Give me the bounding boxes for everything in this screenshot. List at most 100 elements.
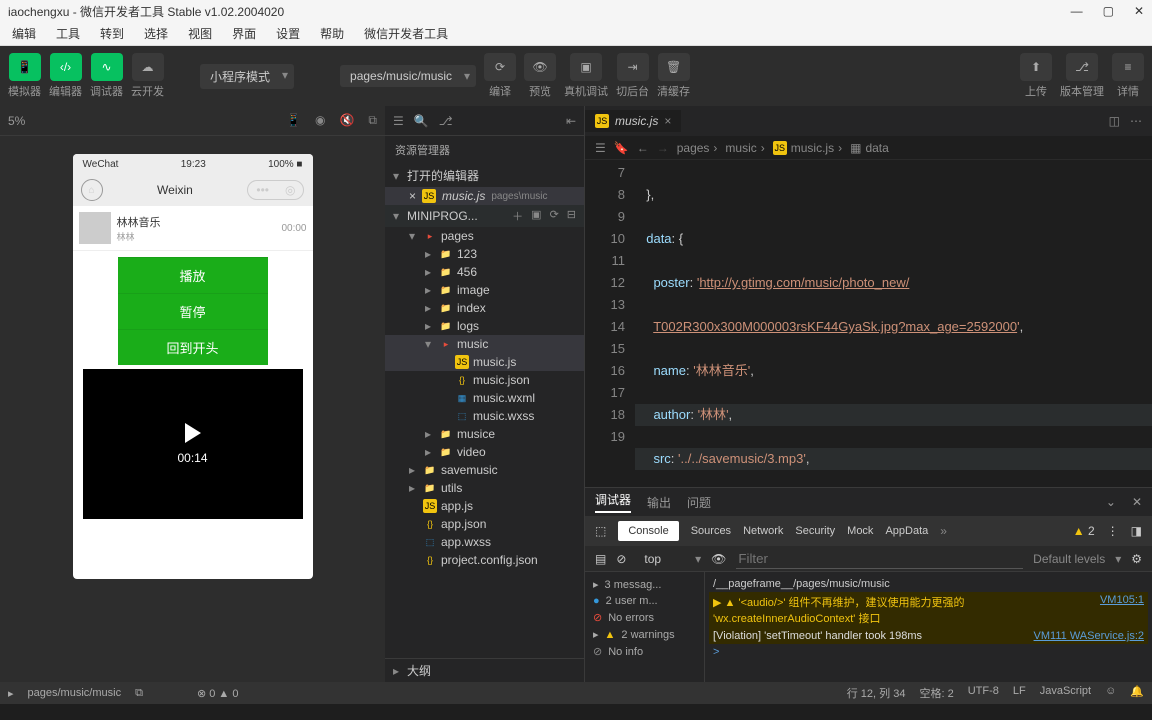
folder-musice[interactable]: ▸📁musice [385,425,584,443]
file-music-js[interactable]: JSmusic.js [385,353,584,371]
folder-savemusic[interactable]: ▸📁savemusic [385,461,584,479]
status-spaces[interactable]: 空格: 2 [919,685,953,701]
upload-button[interactable]: ⬆ [1020,53,1052,81]
console-collapse-icon[interactable]: ⌄ [1106,495,1116,509]
status-eol[interactable]: LF [1013,685,1026,701]
bell-icon[interactable]: 🔔 [1130,685,1144,701]
menu-settings[interactable]: 设置 [268,23,308,44]
close-icon[interactable]: ✕ [1134,4,1144,18]
appdata-tab[interactable]: AppData [885,525,928,537]
detail-button[interactable]: ≡ [1112,53,1144,81]
target-icon[interactable]: ◎ [277,181,303,199]
menu-select[interactable]: 选择 [136,23,176,44]
folder-image[interactable]: ▸📁image [385,281,584,299]
cloud-button[interactable]: ☁ [132,53,164,81]
file-app-json[interactable]: {}app.json [385,515,584,533]
menu-goto[interactable]: 转到 [92,23,132,44]
menu-dots-icon[interactable]: ••• [248,181,277,199]
status-lang[interactable]: JavaScript [1040,685,1091,701]
sources-tab[interactable]: Sources [691,525,731,537]
branch-icon[interactable]: ⎇ [439,114,453,128]
project-header[interactable]: ▾MINIPROG... ＋▣⟳⊟ [385,205,584,227]
folder-pages[interactable]: ▾▸pages [385,227,584,245]
menu-tools[interactable]: 工具 [48,23,88,44]
sidebar-toggle-icon[interactable]: ▤ [595,552,606,566]
code-editor[interactable]: 78910111213141516171819 }, data: { poste… [585,160,1152,487]
split-icon[interactable]: ◫ [1109,114,1120,128]
code-content[interactable]: }, data: { poster: 'http://y.gtimg.com/m… [635,160,1152,487]
editor-button[interactable]: ‹/› [50,53,82,81]
background-button[interactable]: ⇥ [617,53,649,81]
msg-warnings[interactable]: ▸ ▲ 2 warnings [589,626,700,643]
msg-all[interactable]: ▸ 3 messag... [589,576,700,593]
console-log[interactable]: /__pageframe__/pages/music/music ▶ ▲ '<a… [705,572,1152,682]
levels-select[interactable]: Default levels [1033,552,1105,566]
cache-button[interactable]: 🗑 [658,53,690,81]
menu-wxdevtools[interactable]: 微信开发者工具 [356,23,456,44]
security-tab[interactable]: Security [795,525,835,537]
inspect-icon[interactable]: ⬚ [595,524,606,538]
file-music-wxss[interactable]: ⬚music.wxss [385,407,584,425]
file-music-wxml[interactable]: ▦music.wxml [385,389,584,407]
bookmark-icon[interactable]: 🔖 [614,141,629,155]
msg-errors[interactable]: ⊘ No errors [589,609,700,626]
filter-input[interactable] [736,549,1023,569]
path-dropdown[interactable]: pages/music/music [340,65,476,87]
explorer-icon[interactable]: ☰ [393,114,404,128]
new-folder-icon[interactable]: ▣ [531,208,541,224]
tab-problems[interactable]: 问题 [687,494,711,511]
bc-music[interactable]: music › [725,141,764,155]
file-music-json[interactable]: {}music.json [385,371,584,389]
home-icon[interactable]: ⌂ [81,179,103,201]
folder-utils[interactable]: ▸📁utils [385,479,584,497]
overflow-icon[interactable]: » [940,524,947,538]
debugger-button[interactable]: ∿ [91,53,123,81]
toggle-icon[interactable]: ⇤ [566,114,576,128]
bc-data[interactable]: ▦ data [850,141,889,155]
settings-icon[interactable]: ⋮ [1107,524,1119,538]
menu-help[interactable]: 帮助 [312,23,352,44]
copy-path-icon[interactable]: ⧉ [135,687,143,700]
console-close-icon[interactable]: ✕ [1132,495,1142,509]
compile-button[interactable]: ⟳ [484,53,516,81]
file-project-config[interactable]: {}project.config.json [385,551,584,569]
network-tab[interactable]: Network [743,525,783,537]
menu-interface[interactable]: 界面 [224,23,264,44]
zoom-label[interactable]: 5% [8,114,25,128]
back-icon[interactable]: ← [637,141,649,155]
folder-456[interactable]: ▸📁456 [385,263,584,281]
folder-123[interactable]: ▸📁123 [385,245,584,263]
new-file-icon[interactable]: ＋ [512,208,523,224]
status-position[interactable]: 行 12, 列 34 [847,685,906,701]
tab-debug[interactable]: 调试器 [595,491,631,513]
minimize-icon[interactable]: — [1071,4,1083,18]
status-path[interactable]: pages/music/music [28,687,122,699]
record-icon[interactable]: ◉ [315,113,325,128]
menu-edit[interactable]: 编辑 [4,23,44,44]
version-button[interactable]: ⎇ [1066,53,1098,81]
more-icon[interactable]: ⋯ [1130,114,1142,128]
rewind-button[interactable]: 回到开头 [118,329,268,365]
outline-header[interactable]: ▸大纲 [385,658,584,682]
folder-index[interactable]: ▸📁index [385,299,584,317]
device-icon[interactable]: 📱 [286,113,301,128]
msg-user[interactable]: ● 2 user m... [589,593,700,609]
forward-icon[interactable]: → [657,141,669,155]
close-tab-icon[interactable]: × [664,114,671,128]
audio-thumbnail[interactable] [79,212,111,244]
console-tab[interactable]: Console [618,521,678,541]
mute-icon[interactable]: 🔇 [339,113,354,128]
gear-icon[interactable]: ⚙ [1131,552,1142,566]
tab-music-js[interactable]: JSmusic.js× [585,110,681,132]
mock-tab[interactable]: Mock [847,525,873,537]
folder-music[interactable]: ▾▸music [385,335,584,353]
collapse-icon[interactable]: ⊟ [567,208,576,224]
console-prompt[interactable]: > [709,644,1148,660]
mode-dropdown[interactable]: 小程序模式 [200,64,294,89]
toc-icon[interactable]: ☰ [595,141,606,155]
bc-file[interactable]: JS music.js › [773,141,842,155]
copy-icon[interactable]: ⧉ [368,113,377,128]
folder-logs[interactable]: ▸📁logs [385,317,584,335]
tab-output[interactable]: 输出 [647,494,671,511]
search-icon[interactable]: 🔍 [414,114,429,128]
